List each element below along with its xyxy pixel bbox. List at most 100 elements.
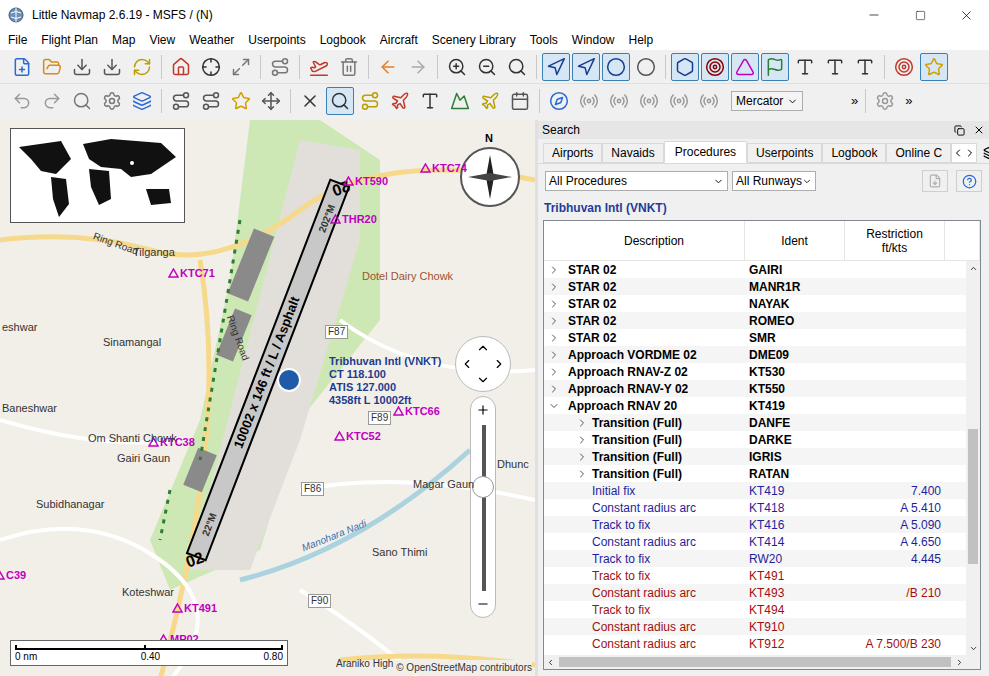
mark-button[interactable] <box>227 87 255 115</box>
menu-item[interactable]: View <box>142 30 182 50</box>
pan-control[interactable] <box>455 336 511 392</box>
collapsed-icon[interactable] <box>548 366 560 378</box>
export-button[interactable] <box>922 170 948 192</box>
waypoints-button[interactable] <box>632 53 660 81</box>
waypoint[interactable]: KT491 <box>172 600 217 617</box>
table-row[interactable]: Track to fixRW204.445 <box>544 550 966 567</box>
layers-button[interactable] <box>128 87 156 115</box>
open-flightplan-button[interactable] <box>38 53 66 81</box>
table-row[interactable]: Constant radius arcKT493/B 210 <box>544 584 966 601</box>
menu-item[interactable]: Logbook <box>313 30 373 50</box>
zoom-out-button[interactable] <box>473 53 501 81</box>
icao-button[interactable] <box>575 87 603 115</box>
collapsed-icon[interactable] <box>548 315 560 327</box>
new-flightplan-button[interactable] <box>8 53 36 81</box>
redo-button[interactable] <box>38 87 66 115</box>
airport-symbol-icon[interactable] <box>277 368 301 392</box>
ndb-button[interactable] <box>602 53 630 81</box>
clear-button[interactable] <box>296 87 324 115</box>
aircraft-b-button[interactable] <box>476 87 504 115</box>
tab[interactable]: Online C <box>886 143 951 163</box>
table-row[interactable]: Initial fixKT4197.400 <box>544 482 966 499</box>
tab[interactable]: Navaids <box>602 143 663 163</box>
projection-combo[interactable]: Mercator <box>731 91 803 111</box>
collapsed-icon[interactable] <box>576 434 588 446</box>
waypoint[interactable]: THR20 <box>330 211 377 228</box>
procedure-type-combo[interactable]: All Procedures <box>545 171 728 191</box>
help-button[interactable] <box>956 170 982 192</box>
close-panel-icon[interactable] <box>973 124 985 136</box>
plane-button[interactable] <box>386 87 414 115</box>
tab[interactable]: Userpoints <box>747 143 822 163</box>
tracks-button[interactable] <box>851 53 879 81</box>
menu-item[interactable]: Window <box>565 30 622 50</box>
text-button[interactable] <box>416 87 444 115</box>
menu-item[interactable]: Aircraft <box>373 30 425 50</box>
scroll-thumb[interactable] <box>559 657 951 667</box>
search-button[interactable] <box>68 87 96 115</box>
collapsed-icon[interactable] <box>548 332 560 344</box>
collapsed-icon[interactable] <box>576 468 588 480</box>
table-row[interactable]: STAR 02NAYAK <box>544 295 966 312</box>
reload-button[interactable] <box>128 53 156 81</box>
table-row[interactable]: Transition (Full)DANFE <box>544 414 966 431</box>
airports-button[interactable] <box>542 53 570 81</box>
aircraft-trail-button[interactable] <box>890 53 918 81</box>
calendar-button[interactable] <box>506 87 534 115</box>
route-c-button[interactable] <box>356 87 384 115</box>
table-row[interactable]: Constant radius arcKT414A 4.650 <box>544 533 966 550</box>
collapsed-icon[interactable] <box>548 383 560 395</box>
undo-button[interactable] <box>8 87 36 115</box>
table-row[interactable]: Constant radius arcKT418A 5.410 <box>544 499 966 516</box>
table-row[interactable]: STAR 02MANR1R <box>544 278 966 295</box>
zoom-slider[interactable] <box>470 396 496 618</box>
other-button[interactable] <box>695 87 723 115</box>
table-row[interactable]: Constant radius arcKT912A 7.500/B 230 <box>544 635 966 652</box>
table-row[interactable]: Constant radius arcKT910 <box>544 618 966 635</box>
zoom-knob[interactable] <box>472 476 494 498</box>
waypoint[interactable]: KTC66 <box>393 403 440 420</box>
table-row[interactable]: Transition (Full)IGRIS <box>544 448 966 465</box>
minimize-button[interactable] <box>851 0 897 30</box>
waypoint[interactable]: KTC71 <box>168 265 215 282</box>
route-a-button[interactable] <box>167 87 195 115</box>
collapsed-icon[interactable] <box>576 451 588 463</box>
expanded-icon[interactable] <box>548 400 560 412</box>
menu-item[interactable]: Userpoints <box>241 30 312 50</box>
settings-button[interactable] <box>871 87 899 115</box>
float-panel-icon[interactable] <box>954 125 965 136</box>
special-button[interactable] <box>665 87 693 115</box>
menu-item[interactable]: Tools <box>523 30 565 50</box>
more-button[interactable]: » <box>903 91 914 111</box>
tab[interactable]: Procedures <box>664 141 747 163</box>
table-row[interactable]: Track to fixKT494 <box>544 601 966 618</box>
column-header[interactable]: Ident <box>745 221 845 260</box>
fir-button[interactable] <box>605 87 633 115</box>
zoom-in-button[interactable] <box>443 53 471 81</box>
tab-scroll[interactable] <box>951 143 977 163</box>
move-button[interactable] <box>257 87 285 115</box>
column-header[interactable]: Restrictionft/kts <box>845 221 945 260</box>
table-row[interactable]: STAR 02ROMEO <box>544 312 966 329</box>
zoom-map-button[interactable] <box>503 53 531 81</box>
home-button[interactable] <box>167 53 195 81</box>
airways-button[interactable] <box>761 53 789 81</box>
vertical-scrollbar[interactable] <box>966 261 980 655</box>
menu-item[interactable]: Map <box>105 30 142 50</box>
more-button[interactable]: » <box>849 91 860 111</box>
table-row[interactable]: STAR 02GAIRI <box>544 261 966 278</box>
column-header[interactable]: Description <box>564 221 745 260</box>
collapsed-icon[interactable] <box>576 417 588 429</box>
table-row[interactable]: Approach VORDME 02DME09 <box>544 346 966 363</box>
horizontal-scrollbar[interactable] <box>544 655 980 669</box>
userpoints-button[interactable] <box>731 53 759 81</box>
vor-button[interactable] <box>572 53 600 81</box>
compass-button[interactable] <box>545 87 573 115</box>
route-b-button[interactable] <box>197 87 225 115</box>
terrain-button[interactable] <box>446 87 474 115</box>
aircraft-button[interactable] <box>305 53 333 81</box>
table-row[interactable]: Approach RNAV-Z 02KT530 <box>544 363 966 380</box>
collapsed-icon[interactable] <box>548 264 560 276</box>
table-row[interactable]: STAR 02SMR <box>544 329 966 346</box>
restricted-button[interactable] <box>635 87 663 115</box>
